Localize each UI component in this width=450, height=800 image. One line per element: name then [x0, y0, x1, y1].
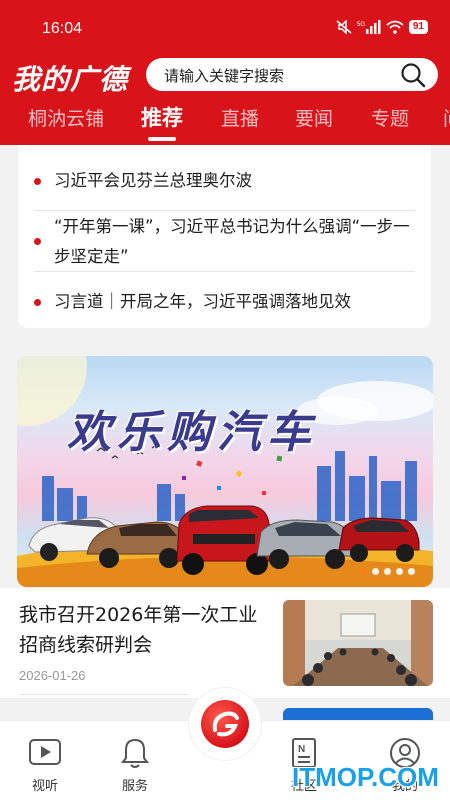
nav-service[interactable]: 服务: [100, 721, 170, 800]
video-icon: [29, 739, 61, 765]
mute-icon: [336, 20, 352, 34]
nav-label: 视听: [31, 779, 58, 794]
signal-icon: 5G: [357, 20, 381, 34]
article-date: 2026-01-26: [19, 668, 86, 683]
wifi-icon: [386, 20, 404, 34]
app-header: 16:04 5G 91 我的广德 请输入关键字搜索 桐汭云铺 推荐 直播 要闻 …: [0, 0, 450, 145]
carousel-dot[interactable]: [360, 568, 367, 575]
divider: [34, 210, 415, 211]
tab-topics[interactable]: 专题: [371, 104, 409, 131]
divider: [19, 694, 189, 695]
tab-news[interactable]: 要闻: [295, 104, 333, 131]
meeting-photo: [283, 600, 433, 686]
tab-live[interactable]: 直播: [221, 104, 259, 131]
list-item[interactable]: “开年第一课”，习近平总书记为什么强调“一步一步坚定走”: [34, 212, 415, 272]
bullet-dot: [34, 299, 41, 306]
headline-text[interactable]: 习言道｜开局之年，习近平强调落地见效: [34, 287, 415, 317]
article-card[interactable]: 我市召开2026年第一次工业招商线索研判会 2026-01-26: [0, 588, 450, 698]
svg-text:N: N: [298, 744, 305, 755]
carousel-dot[interactable]: [408, 568, 415, 575]
banner-title: 欢乐购汽车: [67, 407, 317, 458]
bullet-dot: [34, 178, 41, 185]
search-bar[interactable]: 请输入关键字搜索: [146, 58, 438, 91]
article-title[interactable]: 我市召开2026年第一次工业招商线索研判会: [19, 600, 274, 660]
carousel-dot[interactable]: [384, 568, 391, 575]
headline-text[interactable]: 习近平会见芬兰总理奥尔波: [34, 166, 415, 196]
status-bar: 16:04 5G 91: [0, 0, 450, 48]
nav-video[interactable]: 视听: [10, 721, 80, 800]
carousel-dot[interactable]: [372, 568, 379, 575]
promo-banner[interactable]: 欢乐购汽车: [17, 356, 433, 587]
home-logo-icon: [201, 700, 249, 748]
article-thumbnail[interactable]: [283, 600, 433, 686]
carousel-indicators: [360, 568, 415, 575]
battery-indicator: 91: [408, 20, 428, 34]
search-icon[interactable]: [400, 62, 426, 88]
tab-more[interactable]: 问: [443, 104, 450, 131]
carousel-dot[interactable]: [396, 568, 403, 575]
network-label: 5G: [357, 22, 365, 28]
tab-tongrui[interactable]: 桐汭云铺: [28, 104, 104, 131]
active-tab-indicator: [148, 137, 176, 141]
headline-list: 习近平会见芬兰总理奥尔波 “开年第一课”，习近平总书记为什么强调“一步一步坚定走…: [18, 145, 431, 328]
home-button[interactable]: [189, 688, 261, 760]
headline-text[interactable]: “开年第一课”，习近平总书记为什么强调“一步一步坚定走”: [34, 212, 415, 272]
status-time: 16:04: [42, 20, 83, 37]
app-logo: 我的广德: [12, 63, 129, 96]
list-item[interactable]: 习近平会见芬兰总理奥尔波: [34, 166, 415, 196]
search-input[interactable]: 请输入关键字搜索: [164, 65, 284, 86]
nav-label: 服务: [121, 779, 148, 794]
tab-recommend[interactable]: 推荐: [141, 102, 183, 132]
banner-artwork: [17, 356, 433, 587]
watermark: ITMOP.COM: [292, 762, 439, 792]
channel-tabs: 桐汭云铺 推荐 直播 要闻 专题 问: [0, 104, 450, 140]
bell-icon: [121, 738, 149, 768]
divider: [34, 271, 415, 272]
status-icons: 5G 91: [336, 20, 428, 34]
bullet-dot: [34, 238, 41, 245]
list-item[interactable]: 习言道｜开局之年，习近平强调落地见效: [34, 287, 415, 317]
swirl-logo: [212, 711, 239, 737]
